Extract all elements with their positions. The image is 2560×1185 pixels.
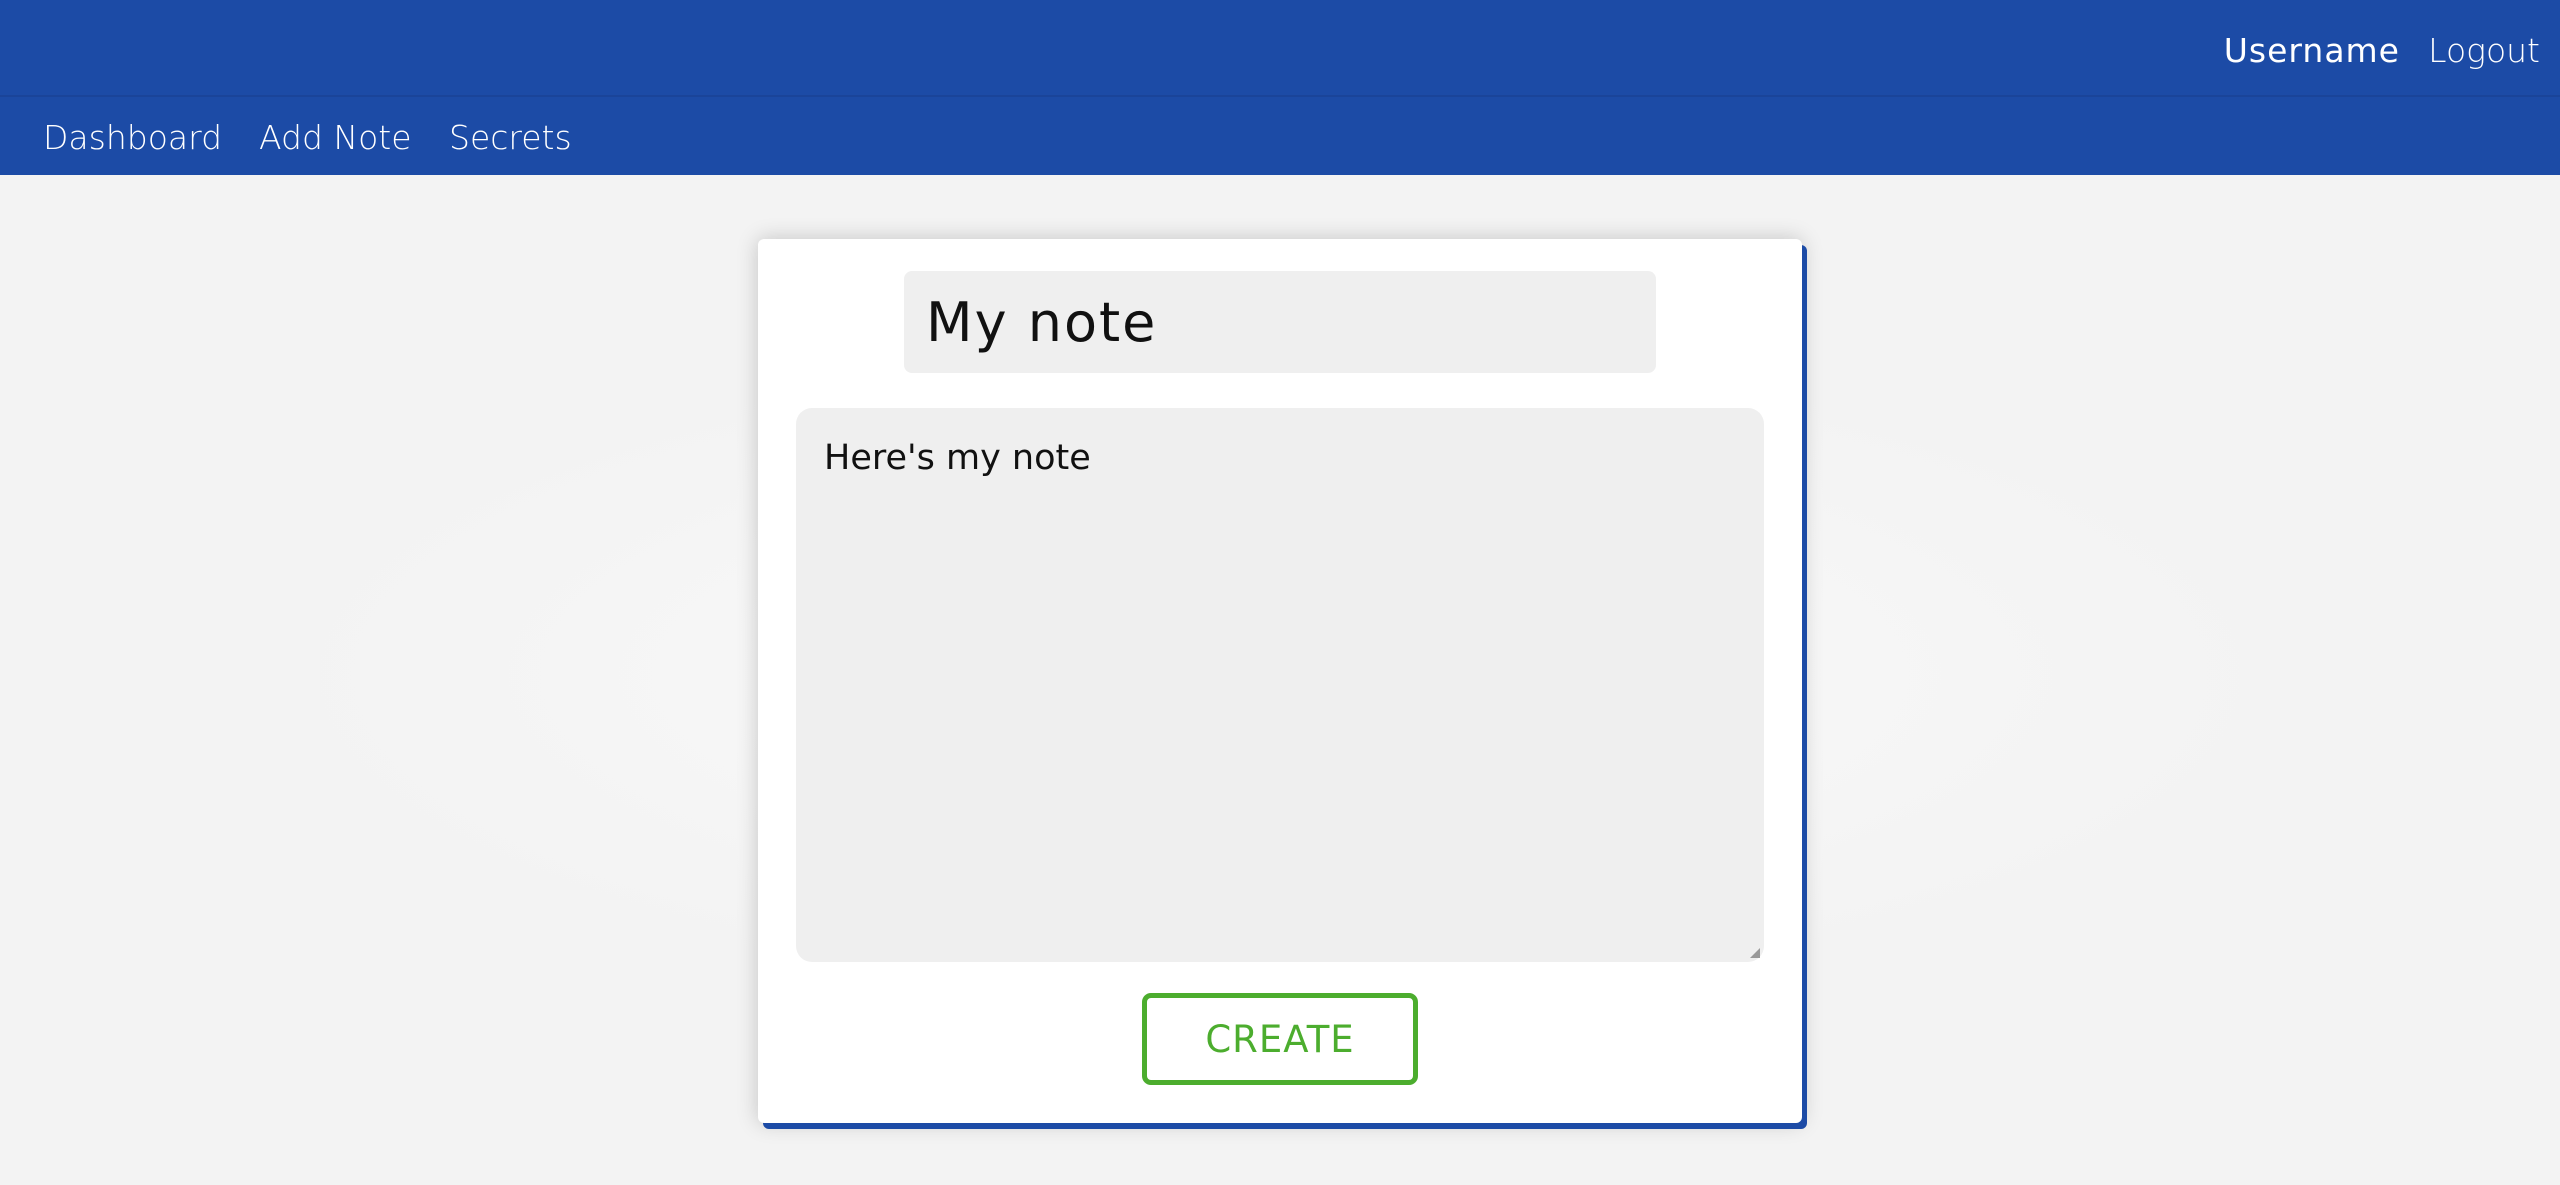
note-title-input[interactable]	[904, 271, 1656, 373]
create-button[interactable]: CREATE	[1142, 993, 1418, 1085]
nav-item-secrets[interactable]: Secrets	[449, 118, 572, 157]
main-nav: Dashboard Add Note Secrets	[0, 97, 2560, 175]
nav-item-add-note[interactable]: Add Note	[259, 118, 412, 157]
username-link[interactable]: Username	[2224, 31, 2400, 70]
logout-link[interactable]: Logout	[2428, 31, 2540, 70]
textarea-resize-handle[interactable]	[1750, 948, 1760, 958]
note-body-textarea[interactable]: Here's my note	[796, 408, 1764, 962]
top-header: Username Logout	[0, 0, 2560, 97]
note-form-card: Here's my note CREATE	[758, 239, 1802, 1123]
nav-item-dashboard[interactable]: Dashboard	[43, 118, 222, 157]
